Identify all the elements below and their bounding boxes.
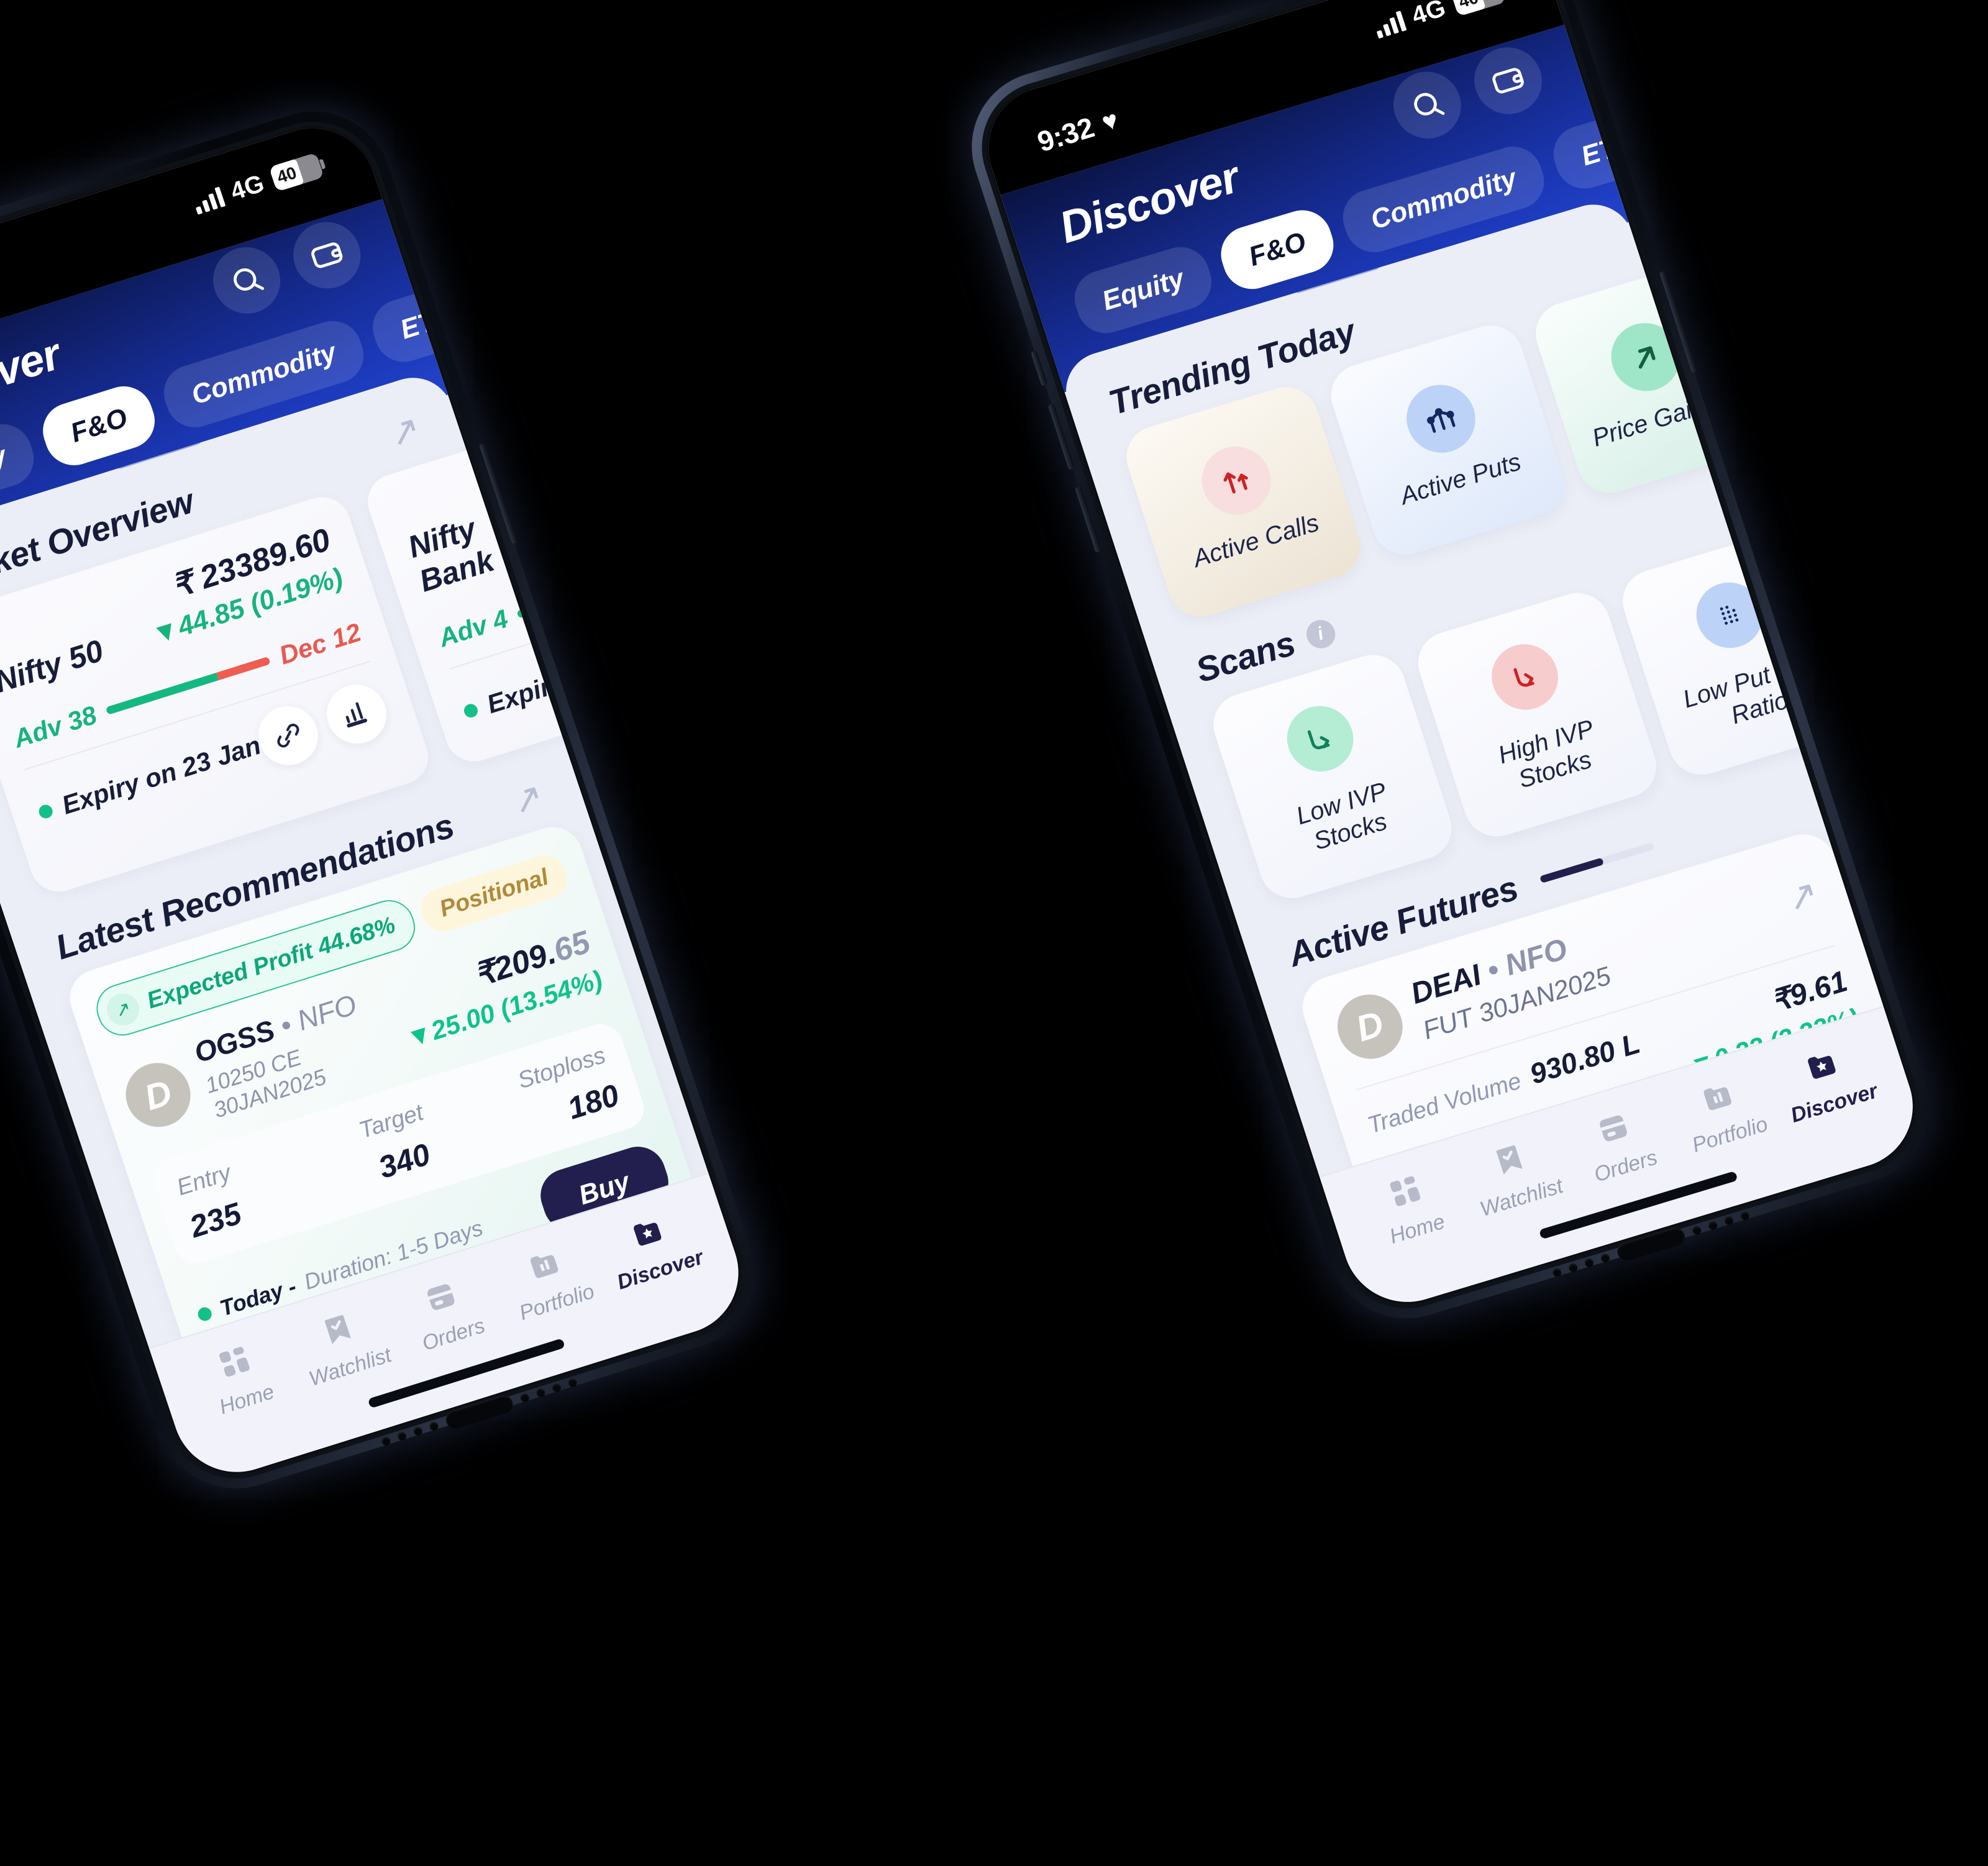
- search-icon[interactable]: [1384, 63, 1470, 147]
- network-type-label: 4G: [1408, 0, 1449, 30]
- content-sheet: Market Overview ↗ Nifty 50 ₹ 23389.60 ▼4…: [0, 368, 708, 1348]
- phone-device-left: 9:31 ♥ 4G 40 Discover: [0, 92, 776, 1508]
- trending-label: Active Calls: [1189, 509, 1323, 573]
- battery-icon: 40: [268, 152, 324, 192]
- grid-icon: [219, 1347, 250, 1377]
- grid-icon: [1390, 1176, 1420, 1206]
- folder-bars-icon: [1703, 1087, 1732, 1111]
- index-price: ₹ 49870.25: [582, 391, 708, 475]
- scan-label: Low IVP Stocks: [1292, 777, 1390, 855]
- trending-label: Price Gainers: [1589, 383, 1742, 453]
- trend-up-icon: ↗: [103, 989, 144, 1030]
- wallet-icon[interactable]: [284, 213, 370, 297]
- content-sheet: Trending Today Active Calls Active Puts …: [1056, 194, 1884, 1176]
- search-icon[interactable]: [204, 239, 290, 322]
- trending-label: Active Puts: [1397, 448, 1525, 511]
- carousel-pager[interactable]: [1539, 842, 1655, 883]
- scan-card-more[interactable]: [1818, 462, 1884, 721]
- avatar: D: [117, 1055, 199, 1136]
- arrow-up-right-icon: [1602, 314, 1689, 400]
- scan-label: High IVP Stocks: [1495, 714, 1597, 794]
- phone-bezel-left: 9:31 ♥ 4G 40 Discover: [0, 104, 764, 1496]
- bookmark-check-icon: [1496, 1145, 1523, 1175]
- status-time: 9:32: [1033, 111, 1098, 158]
- arrow-curve-down-icon: [1278, 698, 1362, 780]
- mute-switch[interactable]: [1030, 350, 1048, 386]
- card-icon: [427, 1284, 455, 1310]
- folder-star-icon: [1808, 1055, 1836, 1079]
- phone-device-right: 9:32 ♥ 4G 40 Discover: [951, 0, 1950, 1338]
- arrow-curve-up-icon: [1483, 635, 1567, 718]
- avatar: D: [1329, 986, 1411, 1067]
- link-icon[interactable]: [675, 598, 708, 672]
- signal-bars-icon: [191, 185, 226, 215]
- candlestick-chart-icon[interactable]: [319, 677, 394, 752]
- folder-bars-icon: [531, 1255, 559, 1278]
- index-name: Nifty Bank: [403, 511, 498, 599]
- strategy-tag: Positional: [416, 850, 573, 937]
- advances-label: Adv 38: [9, 700, 101, 753]
- phone-screen-right: 9:32 ♥ 4G 40 Discover: [972, 0, 1930, 1318]
- index-name: Nifty 50: [0, 633, 108, 699]
- declines-label: Dec 12: [275, 617, 365, 670]
- trending-card-price-losers[interactable]: Price Losers: [1732, 194, 1884, 439]
- mockup-stage: 9:31 ♥ 4G 40 Discover: [0, 0, 1988, 1866]
- trending-label: Price Losers: [1799, 322, 1884, 389]
- phone-bezel-right: 9:32 ♥ 4G 40 Discover: [964, 0, 1937, 1326]
- phone-screen-left: 9:31 ♥ 4G 40 Discover: [0, 112, 755, 1488]
- chip-fno[interactable]: F&O: [1213, 203, 1341, 296]
- link-icon[interactable]: [250, 698, 326, 773]
- bookmark-check-icon: [324, 1315, 351, 1345]
- heart-icon: ♥: [1098, 104, 1122, 137]
- status-dot: [196, 1305, 214, 1323]
- double-arrow-up-icon: [1193, 438, 1280, 524]
- chip-etf[interactable]: ETF: [1546, 104, 1629, 196]
- wallet-icon[interactable]: [1466, 39, 1551, 122]
- expiry-label: Expiry on 29 Jan: [483, 629, 690, 719]
- battery-icon: 40: [1450, 0, 1507, 17]
- arrow-up-right-icon[interactable]: ↗: [506, 775, 549, 823]
- chip-fno[interactable]: F&O: [35, 379, 163, 473]
- status-dot: [37, 803, 55, 821]
- index-change: ▲120.40 (0.24%): [647, 432, 708, 519]
- network-type-label: 4G: [227, 169, 268, 206]
- folder-star-icon: [634, 1222, 662, 1246]
- expiry-label: Expiry on 23 Jan: [58, 730, 265, 820]
- arrow-up-right-icon[interactable]: ↗: [1781, 872, 1824, 920]
- status-dot: [462, 702, 480, 719]
- info-icon[interactable]: i: [1302, 616, 1339, 652]
- arrow-down-icon: [1807, 253, 1884, 338]
- chip-etf[interactable]: ETF: [365, 277, 449, 370]
- traded-volume-value: 930.80 L: [1525, 1027, 1644, 1091]
- activity-chart-icon: [1397, 376, 1485, 462]
- scan-label: Low Put Call Ratio: [1679, 647, 1822, 730]
- card-icon: [1600, 1115, 1627, 1142]
- advances-label: Adv 4: [434, 603, 512, 653]
- dots-grid-icon: [1687, 574, 1771, 656]
- signal-bars-icon: [1372, 9, 1407, 39]
- arrow-up-right-icon[interactable]: ↗: [383, 407, 426, 455]
